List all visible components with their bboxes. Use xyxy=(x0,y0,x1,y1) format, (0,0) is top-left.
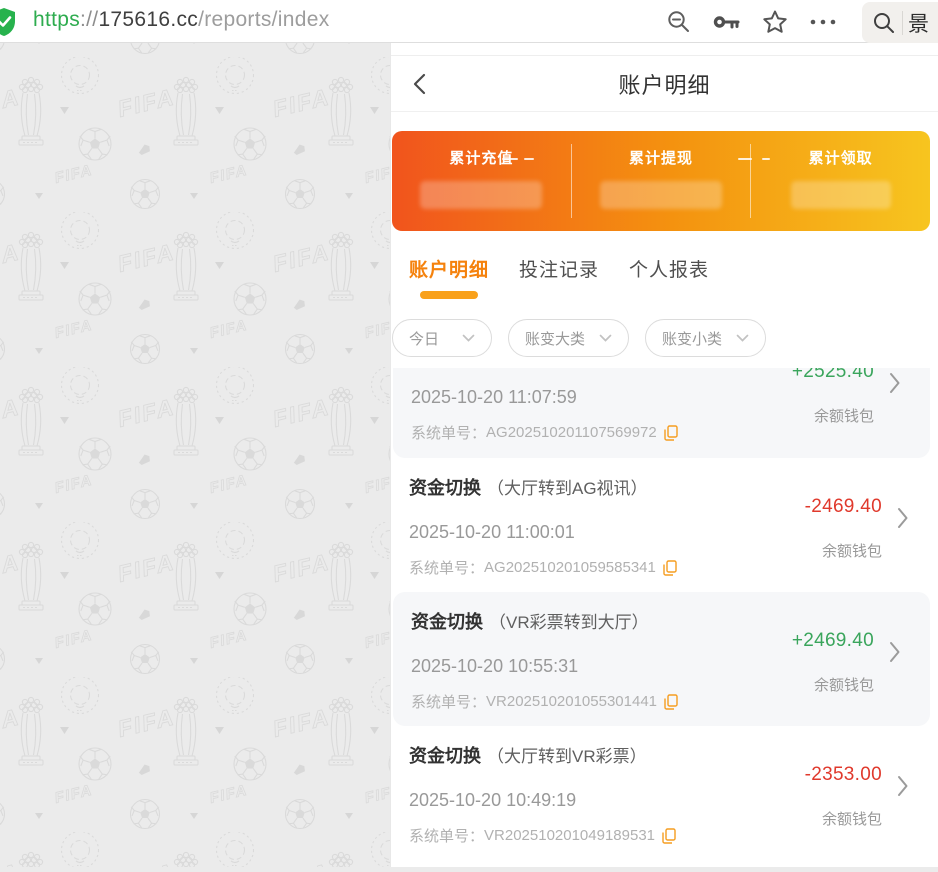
filter-minor-category-dropdown[interactable]: 账变小类 xyxy=(645,319,766,357)
find-bar[interactable]: 景 xyxy=(862,2,938,43)
transaction-datetime: 2025-10-20 11:00:01 xyxy=(409,520,818,545)
redacted-value xyxy=(791,181,891,209)
transaction-order-line: 系统单号：VR202510201049189531 xyxy=(409,825,818,846)
filter-date-dropdown[interactable]: 今日 xyxy=(392,319,492,357)
tab-account-details[interactable]: 账户明细 xyxy=(409,255,489,299)
wallet-type: 余额钱包 xyxy=(822,808,882,829)
zoom-out-icon[interactable] xyxy=(665,8,693,36)
redaction-dash xyxy=(524,158,534,160)
order-no: AG202510201059585341 xyxy=(484,559,656,576)
chevron-right-icon[interactable] xyxy=(889,372,900,399)
transaction-row[interactable]: 2025-10-20 11:07:59 系统单号：AG2025102011075… xyxy=(393,368,930,458)
wallet-type: 余额钱包 xyxy=(814,674,874,695)
redaction-dash xyxy=(762,158,770,160)
transaction-amount: +2469.40 xyxy=(792,630,874,652)
transaction-datetime: 2025-10-20 10:49:19 xyxy=(409,788,818,813)
summary-label: 累计领取 xyxy=(809,147,873,168)
order-no-prefix: 系统单号： xyxy=(409,825,484,846)
wallet-type: 余额钱包 xyxy=(814,405,874,426)
redaction-dash xyxy=(738,158,752,160)
copy-icon[interactable] xyxy=(664,425,678,441)
chevron-right-icon[interactable] xyxy=(897,775,908,802)
transaction-detail: （VR彩票转到大厅） xyxy=(489,608,649,633)
chevron-down-icon xyxy=(462,334,475,342)
tab-bet-records[interactable]: 投注记录 xyxy=(519,255,599,299)
active-tab-underline xyxy=(420,291,478,299)
filter-bar: 今日 账变大类 账变小类 xyxy=(392,319,938,357)
filter-major-category-dropdown[interactable]: 账变大类 xyxy=(508,319,629,357)
transaction-order-line: 系统单号：AG202510201059585341 xyxy=(409,557,818,578)
order-no-prefix: 系统单号： xyxy=(409,557,484,578)
summary-total-claimed: 累计领取 xyxy=(751,131,930,231)
transaction-amount: -2353.00 xyxy=(805,764,882,786)
chevron-right-icon[interactable] xyxy=(897,507,908,534)
key-icon[interactable] xyxy=(713,8,741,36)
panel-topline xyxy=(391,43,938,56)
order-no: VR202510201049189531 xyxy=(484,827,655,844)
transaction-datetime: 2025-10-20 10:55:31 xyxy=(411,654,810,679)
transaction-amount: +2525.40 xyxy=(792,368,874,383)
divider xyxy=(902,11,903,35)
reports-panel: 账户明细 累计充值 累计提现 累计领取 账户明细 投注记录 xyxy=(390,43,938,867)
transaction-row[interactable]: 资金切换 （大厅转到AG视讯） 2025-10-20 11:00:01 系统单号… xyxy=(391,458,938,592)
copy-icon[interactable] xyxy=(664,694,678,710)
tab-personal-report[interactable]: 个人报表 xyxy=(629,255,709,299)
transaction-detail: （大厅转到AG视讯） xyxy=(487,474,648,499)
summary-total-deposit: 累计充值 xyxy=(392,131,571,231)
transaction-amount: -2469.40 xyxy=(805,496,882,518)
url-scheme: https xyxy=(33,8,80,31)
shield-check-icon xyxy=(0,7,17,42)
transaction-row[interactable]: 资金切换 （大厅转到VR彩票） 2025-10-20 10:49:19 系统单号… xyxy=(391,726,938,860)
chevron-down-icon xyxy=(736,334,749,342)
transaction-type: 资金切换 xyxy=(409,474,481,500)
transaction-order-line: 系统单号：VR202510201055301441 xyxy=(411,691,810,712)
star-bookmark-icon[interactable] xyxy=(761,8,789,36)
page-header: 账户明细 xyxy=(391,56,938,112)
redacted-value xyxy=(420,181,542,209)
copy-icon[interactable] xyxy=(662,828,676,844)
transaction-title-line: 资金切换 （VR彩票转到大厅） xyxy=(411,608,810,634)
report-tabs: 账户明细 投注记录 个人报表 xyxy=(409,255,938,299)
transaction-type: 资金切换 xyxy=(409,742,481,768)
transaction-detail: （大厅转到VR彩票） xyxy=(487,742,647,767)
back-button[interactable] xyxy=(405,70,433,98)
order-no-prefix: 系统单号： xyxy=(411,691,486,712)
redacted-value xyxy=(600,181,722,209)
transaction-type: 资金切换 xyxy=(411,608,483,634)
wallet-type: 余额钱包 xyxy=(822,540,882,561)
summary-total-withdraw: 累计提现 xyxy=(572,131,751,231)
summary-card: 累计充值 累计提现 累计领取 xyxy=(392,131,930,231)
redaction-dash xyxy=(502,158,518,160)
page-title: 账户明细 xyxy=(618,68,710,100)
search-icon[interactable] xyxy=(872,11,896,35)
chevron-right-icon[interactable] xyxy=(889,641,900,668)
fifa-watermark-background: FIFA xyxy=(0,43,390,867)
summary-label: 累计提现 xyxy=(629,147,693,168)
url-path: /reports/index xyxy=(198,8,329,31)
order-no: VR202510201055301441 xyxy=(486,693,657,710)
bookmark-label: 景 xyxy=(908,8,929,38)
ellipsis-menu-icon[interactable] xyxy=(809,8,837,36)
chevron-down-icon xyxy=(599,334,612,342)
transaction-title-line: 资金切换 （大厅转到VR彩票） xyxy=(409,742,818,768)
url-host: 175616.cc xyxy=(98,8,198,31)
order-no-prefix: 系统单号： xyxy=(411,422,486,443)
order-no: AG202510201107569972 xyxy=(486,424,657,441)
url-address-bar[interactable]: https://175616.cc/reports/index xyxy=(33,8,330,32)
transaction-list[interactable]: 2025-10-20 11:07:59 系统单号：AG2025102011075… xyxy=(391,368,938,867)
transaction-datetime: 2025-10-20 11:07:59 xyxy=(411,385,810,410)
url-separator: :// xyxy=(80,8,98,31)
browser-toolbar: https://175616.cc/reports/index 景 xyxy=(0,0,938,43)
copy-icon[interactable] xyxy=(663,560,677,576)
transaction-title-line: 资金切换 （大厅转到AG视讯） xyxy=(409,474,818,500)
transaction-row[interactable]: 资金切换 （VR彩票转到大厅） 2025-10-20 10:55:31 系统单号… xyxy=(393,592,930,726)
transaction-order-line: 系统单号：AG202510201107569972 xyxy=(411,422,810,443)
